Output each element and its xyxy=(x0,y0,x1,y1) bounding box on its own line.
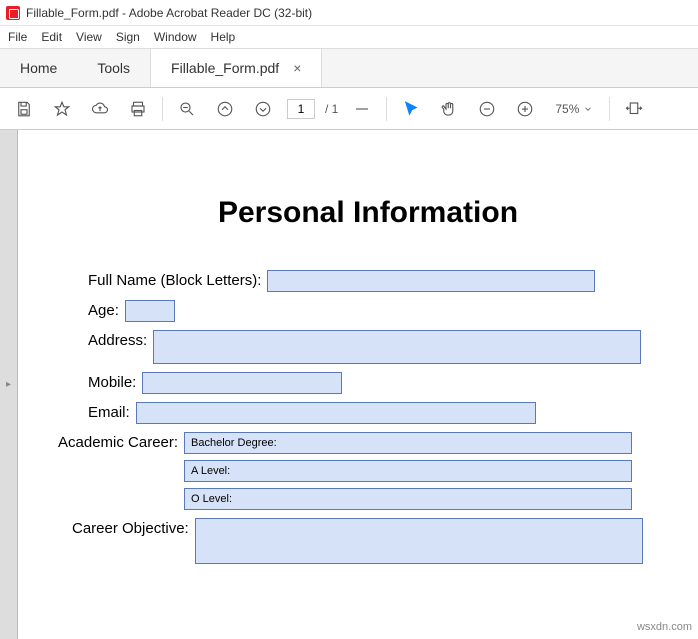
field-bachelor[interactable]: Bachelor Degree: xyxy=(184,432,632,454)
divider xyxy=(162,97,163,121)
selection-cursor-icon[interactable] xyxy=(397,95,425,123)
menu-view[interactable]: View xyxy=(76,30,102,44)
field-address[interactable] xyxy=(153,330,641,364)
field-olevel[interactable]: O Level: xyxy=(184,488,632,510)
document-viewport: ▸ Personal Information Full Name (Block … xyxy=(0,130,698,639)
tabstrip: Home Tools Fillable_Form.pdf × xyxy=(0,48,698,88)
label-academic: Academic Career: xyxy=(58,432,178,451)
menu-file[interactable]: File xyxy=(8,30,27,44)
watermark: wsxdn.com xyxy=(637,621,692,633)
label-fullname: Full Name (Block Letters): xyxy=(88,270,261,289)
divider xyxy=(386,97,387,121)
field-alevel-label: A Level: xyxy=(191,465,230,477)
close-icon[interactable]: × xyxy=(293,60,301,76)
chevron-down-icon xyxy=(583,104,593,114)
zoom-level-label: 75% xyxy=(555,102,579,116)
zoom-in-icon[interactable] xyxy=(511,95,539,123)
print-icon[interactable] xyxy=(124,95,152,123)
zoom-handle-icon[interactable] xyxy=(348,95,376,123)
window-title: Fillable_Form.pdf - Adobe Acrobat Reader… xyxy=(26,6,312,20)
tab-home-label: Home xyxy=(20,60,57,76)
zoom-out-search-icon[interactable] xyxy=(173,95,201,123)
toolbar: / 1 75% xyxy=(0,88,698,130)
tab-document[interactable]: Fillable_Form.pdf × xyxy=(150,49,322,87)
expand-handle-icon[interactable]: ▸ xyxy=(6,379,11,390)
page-up-icon[interactable] xyxy=(211,95,239,123)
tab-home[interactable]: Home xyxy=(0,49,77,87)
acrobat-icon xyxy=(6,6,20,20)
sidebar-gutter[interactable]: ▸ xyxy=(0,130,18,639)
field-fullname[interactable] xyxy=(267,270,595,292)
label-age: Age: xyxy=(88,300,119,319)
save-icon[interactable] xyxy=(10,95,38,123)
zoom-out-icon[interactable] xyxy=(473,95,501,123)
field-email[interactable] xyxy=(136,402,536,424)
field-bachelor-label: Bachelor Degree: xyxy=(191,437,277,449)
menu-window[interactable]: Window xyxy=(154,30,197,44)
menu-edit[interactable]: Edit xyxy=(41,30,62,44)
field-age[interactable] xyxy=(125,300,175,322)
menu-sign[interactable]: Sign xyxy=(116,30,140,44)
tab-tools-label: Tools xyxy=(97,60,130,76)
cloud-upload-icon[interactable] xyxy=(86,95,114,123)
menubar: File Edit View Sign Window Help xyxy=(0,26,698,48)
label-email: Email: xyxy=(88,402,130,421)
pdf-page: Personal Information Full Name (Block Le… xyxy=(18,130,698,639)
tab-tools[interactable]: Tools xyxy=(77,49,150,87)
label-address: Address: xyxy=(88,330,147,349)
divider xyxy=(609,97,610,121)
label-objective: Career Objective: xyxy=(72,518,189,537)
hand-tool-icon[interactable] xyxy=(435,95,463,123)
page-total: / 1 xyxy=(325,102,338,116)
tab-document-label: Fillable_Form.pdf xyxy=(171,60,279,76)
field-alevel[interactable]: A Level: xyxy=(184,460,632,482)
field-objective[interactable] xyxy=(195,518,643,564)
fit-width-icon[interactable] xyxy=(620,95,648,123)
field-mobile[interactable] xyxy=(142,372,342,394)
label-mobile: Mobile: xyxy=(88,372,136,391)
form-heading: Personal Information xyxy=(58,196,678,230)
page-down-icon[interactable] xyxy=(249,95,277,123)
star-icon[interactable] xyxy=(48,95,76,123)
zoom-level-select[interactable]: 75% xyxy=(549,102,599,116)
page-number-input[interactable] xyxy=(287,99,315,119)
menu-help[interactable]: Help xyxy=(211,30,236,44)
field-olevel-label: O Level: xyxy=(191,493,232,505)
titlebar: Fillable_Form.pdf - Adobe Acrobat Reader… xyxy=(0,0,698,26)
